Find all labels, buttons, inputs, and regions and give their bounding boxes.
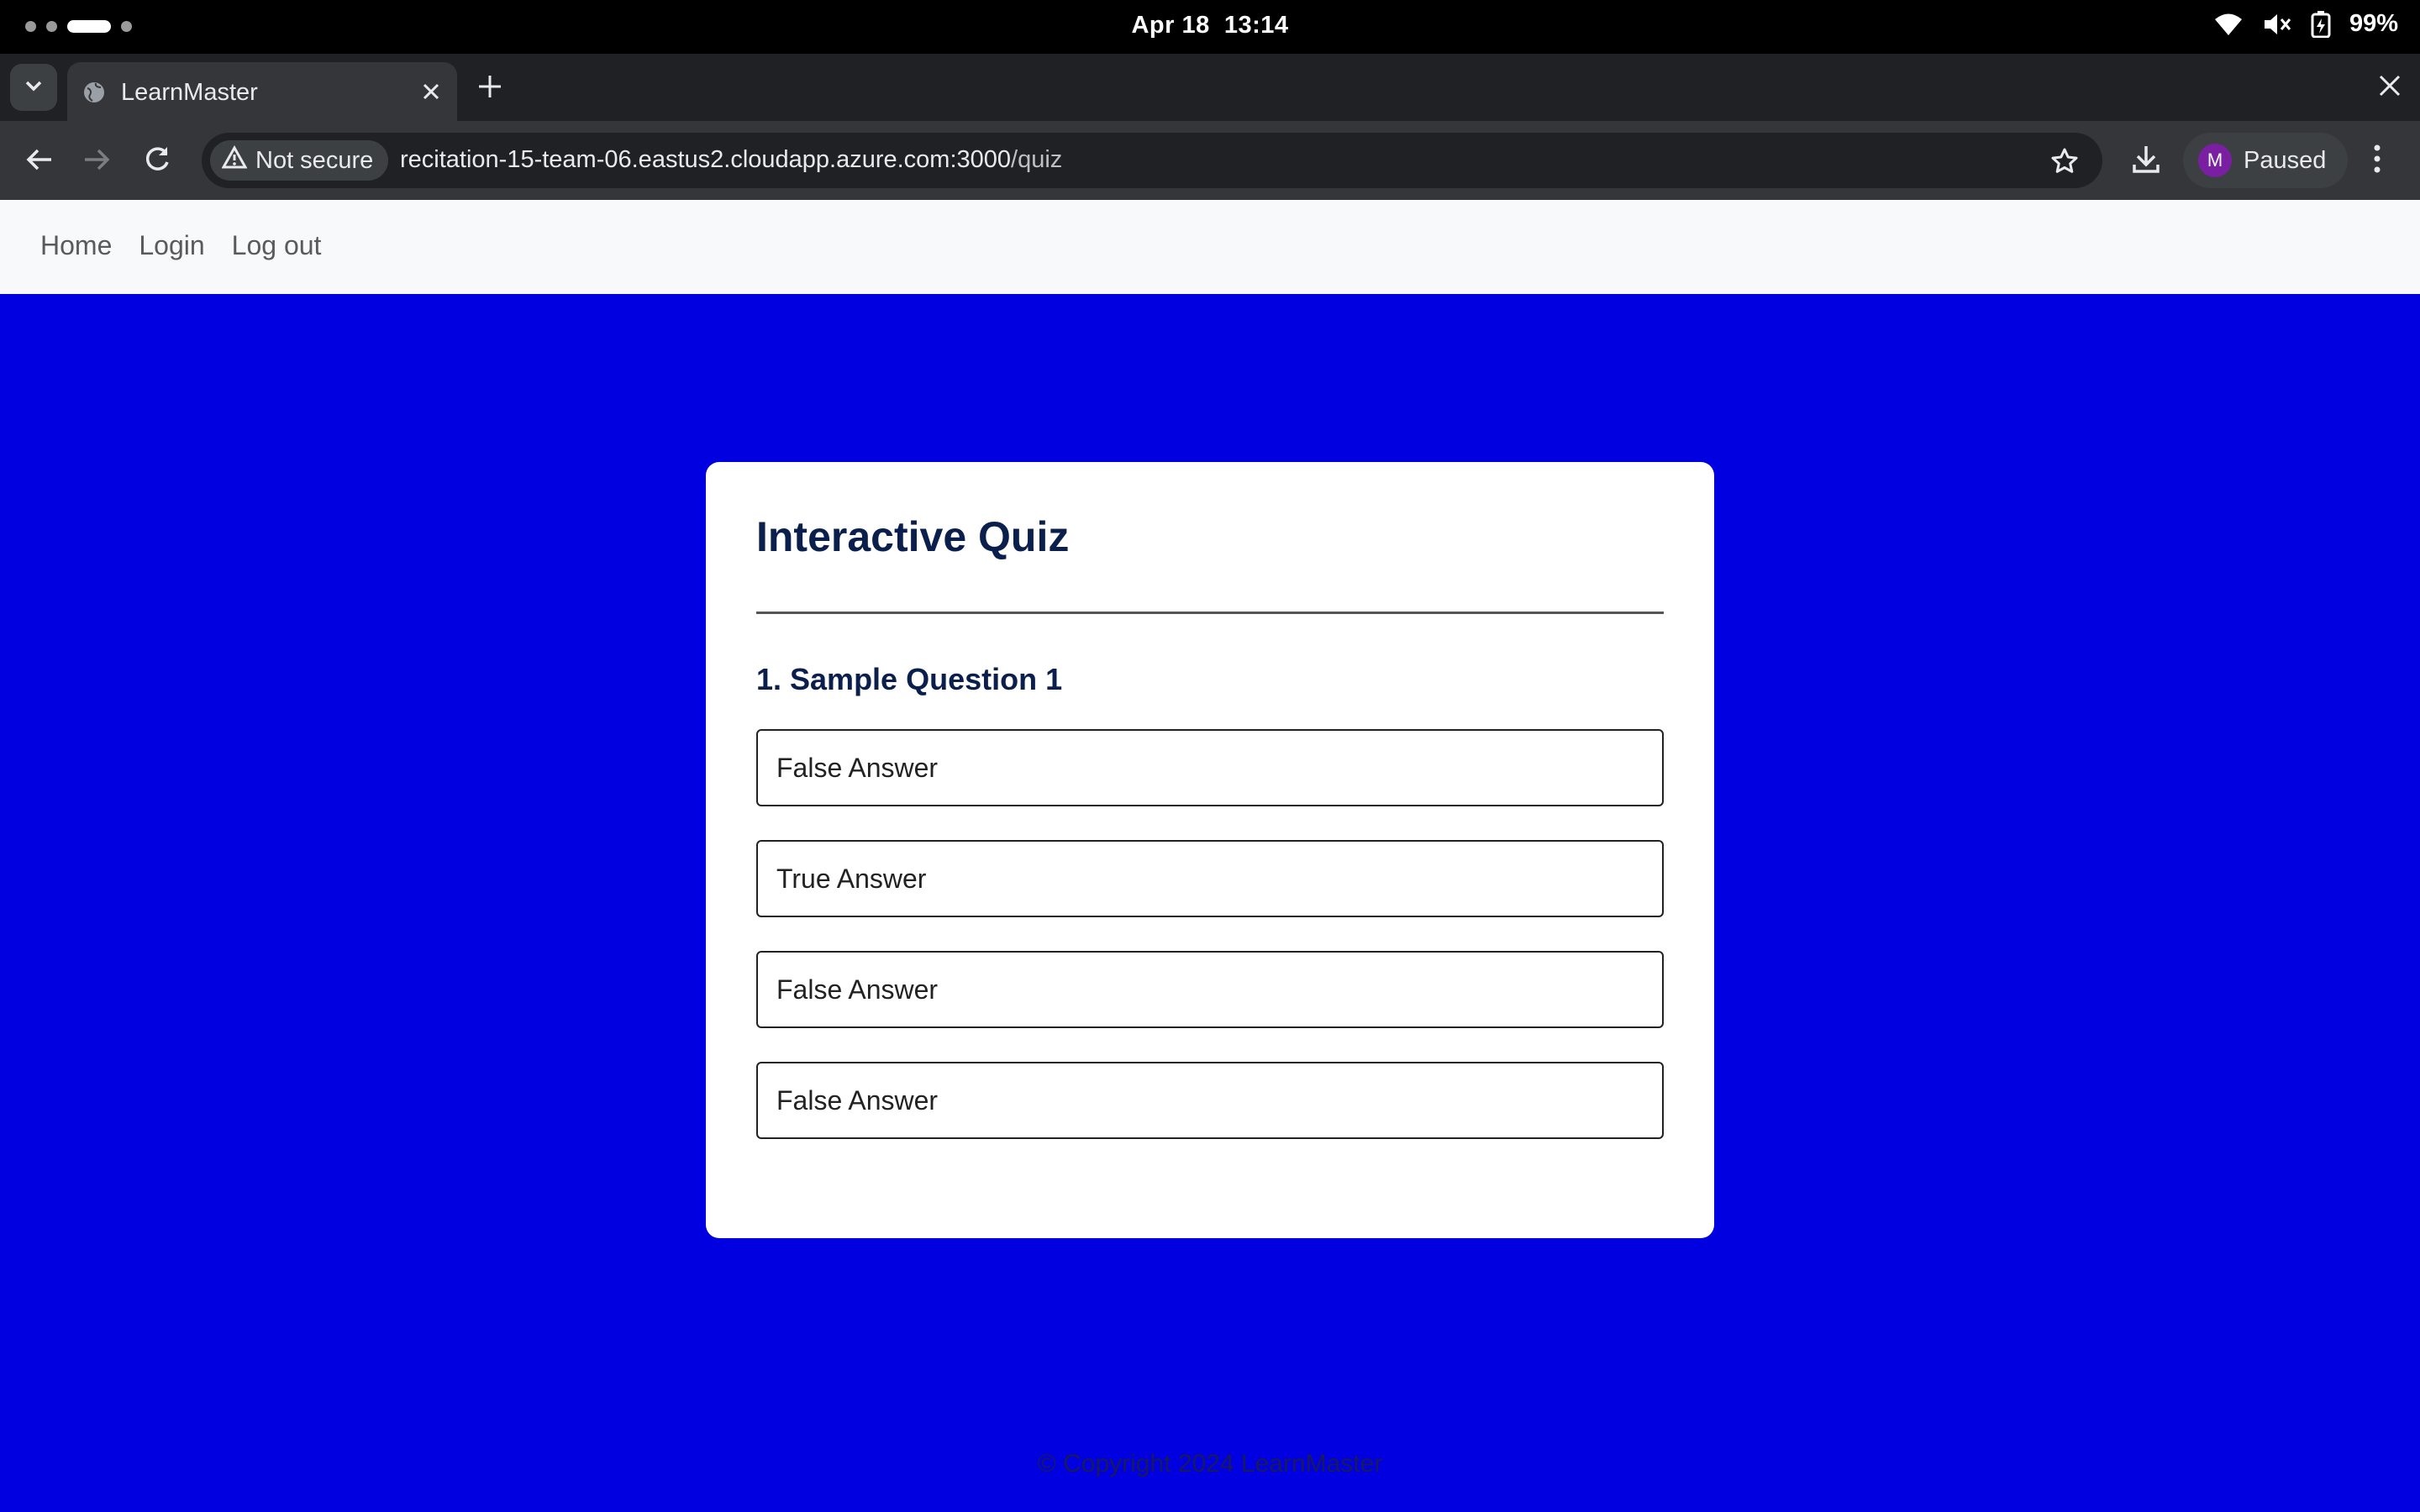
- close-tab-icon[interactable]: [420, 81, 442, 107]
- download-icon[interactable]: [2131, 143, 2161, 179]
- security-indicator[interactable]: Not secure: [210, 140, 389, 181]
- new-tab-plus-icon[interactable]: [476, 72, 504, 105]
- warning-triangle-icon: [221, 144, 248, 176]
- quiz-card: Interactive Quiz 1. Sample Question 1 Fa…: [706, 462, 1714, 1238]
- security-label: Not secure: [255, 146, 374, 174]
- tab-search-button[interactable]: [10, 64, 57, 111]
- globe-icon: [82, 81, 106, 108]
- nav-login-link[interactable]: Login: [139, 230, 204, 261]
- time-text: 13:14: [1223, 12, 1289, 39]
- avatar: M: [2198, 144, 2232, 177]
- answer-label: False Answer: [776, 1085, 939, 1116]
- window-close-icon[interactable]: [2376, 72, 2403, 103]
- profile-status: Paused: [2244, 146, 2327, 174]
- answer-option-3[interactable]: False Answer: [756, 951, 1664, 1028]
- nav-home-link[interactable]: Home: [40, 230, 112, 261]
- nav-logout-link[interactable]: Log out: [232, 230, 322, 261]
- answer-option-4[interactable]: False Answer: [756, 1062, 1664, 1139]
- footer-copyright: © Copyright 2024 LearnMaster: [1037, 1450, 1383, 1478]
- browser-toolbar: Not secure recitation-15-team-06.eastus2…: [0, 121, 2420, 200]
- system-status-bar: Apr 18 13:14 99%: [0, 0, 2420, 54]
- tab-strip: LearnMaster: [0, 54, 2420, 121]
- answer-option-2[interactable]: True Answer: [756, 840, 1664, 917]
- volume-muted-icon: [2262, 12, 2292, 37]
- back-arrow-icon[interactable]: [24, 144, 55, 180]
- answer-option-1[interactable]: False Answer: [756, 729, 1664, 806]
- clock: Apr 18 13:14: [0, 12, 2420, 39]
- profile-button[interactable]: M Paused: [2183, 133, 2349, 188]
- chevron-down-icon: [24, 80, 43, 96]
- date-text: Apr 18: [1131, 12, 1210, 39]
- active-tab[interactable]: LearnMaster: [67, 62, 457, 121]
- battery-charging-icon: [2311, 10, 2331, 38]
- question-text: 1. Sample Question 1: [756, 662, 1063, 696]
- answer-label: False Answer: [776, 753, 939, 783]
- divider: [756, 612, 1664, 614]
- address-bar[interactable]: Not secure recitation-15-team-06.eastus2…: [202, 133, 2102, 188]
- wifi-icon: [2213, 12, 2244, 37]
- more-menu-icon[interactable]: [2371, 143, 2383, 179]
- reload-icon[interactable]: [141, 144, 173, 180]
- bookmark-star-icon[interactable]: [2050, 147, 2079, 180]
- tab-title: LearnMaster: [121, 79, 258, 106]
- answer-label: False Answer: [776, 974, 939, 1005]
- forward-arrow-icon[interactable]: [81, 144, 113, 180]
- answer-label: True Answer: [776, 864, 927, 894]
- url-text[interactable]: recitation-15-team-06.eastus2.cloudapp.a…: [400, 146, 1062, 174]
- quiz-title: Interactive Quiz: [756, 513, 1070, 560]
- battery-percent: 99%: [2349, 10, 2398, 37]
- site-navbar: Home Login Log out: [0, 200, 2420, 294]
